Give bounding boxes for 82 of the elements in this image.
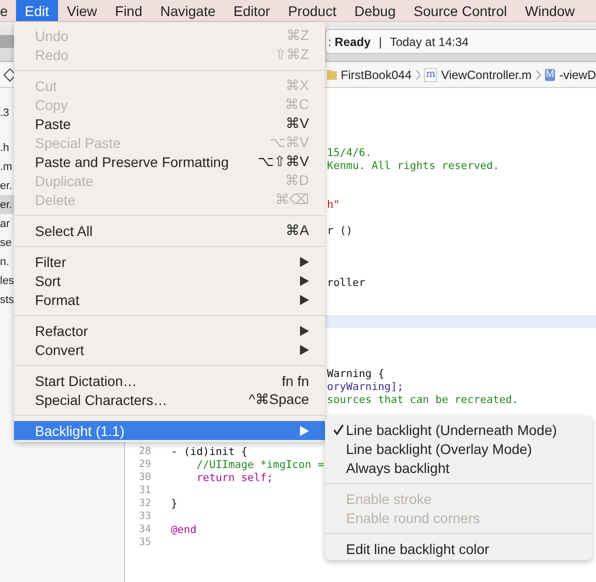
code-text: @end xyxy=(171,524,197,536)
file-name[interactable]: sts xyxy=(0,294,14,306)
code-text: } xyxy=(171,498,178,510)
shortcut-label: ⌘D xyxy=(284,172,309,189)
chevron-icon xyxy=(416,70,420,80)
menu-item[interactable]: Start Dictation… fn fn xyxy=(14,371,325,390)
line-number: 32 xyxy=(138,498,151,509)
line-number: 35 xyxy=(138,537,151,548)
menu-title[interactable]: Edit xyxy=(16,0,58,21)
shortcut-label: ⇧⌘Z xyxy=(274,46,309,63)
line-number: 33 xyxy=(138,511,151,522)
shortcut-label: fn fn xyxy=(282,372,309,388)
menu-item[interactable]: Select All ⌘A xyxy=(14,221,325,240)
shortcut-label: ⌘A xyxy=(286,222,309,239)
code-text: Kenmu. All rights reserved. xyxy=(327,160,500,172)
file-name[interactable]: .3 xyxy=(0,106,10,118)
code-text: h" xyxy=(327,198,340,210)
menu-title[interactable]: View xyxy=(58,0,106,21)
diamond-icon[interactable] xyxy=(3,68,17,82)
menu-item[interactable]: Always backlight xyxy=(325,458,592,477)
status-message: : Ready xyxy=(328,34,371,48)
menu-item[interactable]: Edit line backlight color xyxy=(325,539,592,558)
code-text: sources that can be recreated. xyxy=(327,394,518,406)
shortcut-label: ⌥⇧⌘V xyxy=(258,153,309,170)
menu-title[interactable]: Product xyxy=(279,0,346,21)
menu-item[interactable]: Line backlight (Overlay Mode) xyxy=(325,439,592,458)
file-name[interactable]: se xyxy=(0,236,12,248)
file-name[interactable]: les xyxy=(0,274,14,286)
menu-item[interactable]: Line backlight (Underneath Mode) xyxy=(325,420,592,439)
shortcut-label: ⌘X xyxy=(286,77,309,94)
code-text: 15/4/6. xyxy=(327,146,372,158)
file-icon: m xyxy=(424,68,438,82)
menu-item[interactable]: Refactor xyxy=(14,321,325,340)
code-text: oryWarning]; xyxy=(327,380,404,392)
menu-title[interactable]: Debug xyxy=(345,0,405,21)
line-number: 29 xyxy=(138,459,151,470)
checkmark-icon xyxy=(333,424,344,435)
menu-title[interactable]: Find xyxy=(106,0,152,21)
menu-title[interactable]: e xyxy=(0,0,16,21)
code-text: return self; xyxy=(196,472,274,484)
method-icon: M xyxy=(544,68,556,80)
status-separator: | xyxy=(378,34,382,48)
menu-item[interactable]: Format xyxy=(14,290,325,309)
menu-item[interactable]: Paste and Preserve Formatting ⌥⇧⌘V xyxy=(14,152,325,171)
menu-item[interactable]: Sort xyxy=(14,271,325,290)
shortcut-label: ^⌘Space xyxy=(248,391,309,408)
file-name[interactable]: n. xyxy=(0,256,10,268)
file-name[interactable]: .m xyxy=(0,160,12,172)
code-text: //UIImage *imgIcon = xyxy=(196,458,324,470)
code-text: r () xyxy=(327,224,353,236)
file-name[interactable]: ar xyxy=(0,218,10,230)
shortcut-label: ⌘Z xyxy=(286,27,309,44)
chevron-icon xyxy=(536,70,541,80)
menu-item[interactable]: Paste ⌘V xyxy=(14,114,325,133)
menu-title[interactable]: Navigate xyxy=(151,0,225,21)
line-number: 34 xyxy=(138,524,151,535)
menu-item[interactable]: Backlight (1.1) xyxy=(14,421,325,440)
menu-item[interactable]: Convert xyxy=(14,340,325,359)
line-number: 31 xyxy=(138,485,151,496)
shortcut-label: ⌘⌫ xyxy=(275,191,309,208)
file-name[interactable]: er. xyxy=(0,198,12,210)
menu-title[interactable]: Window xyxy=(516,0,584,21)
code-text: Warning { xyxy=(327,368,384,380)
code-text: - (id)init { xyxy=(171,446,248,458)
breadcrumb[interactable]: FirstBook044 xyxy=(340,68,412,82)
menu-title[interactable]: Editor xyxy=(224,0,280,21)
line-number: 28 xyxy=(138,446,151,457)
folder-icon xyxy=(327,69,337,80)
shortcut-label: ⌘V xyxy=(286,115,309,132)
file-name[interactable]: er. xyxy=(0,180,12,192)
breadcrumb[interactable]: -viewD xyxy=(559,68,596,82)
menu-item[interactable]: Filter xyxy=(14,252,325,271)
code-text: roller xyxy=(327,276,366,288)
shortcut-label: ⌥⌘V xyxy=(270,134,309,151)
status-time: Today at 14:34 xyxy=(390,34,469,48)
menu-title[interactable]: Source Control xyxy=(404,0,516,21)
menu-item[interactable]: Special Characters… ^⌘Space xyxy=(14,390,325,409)
line-number: 30 xyxy=(138,472,151,483)
shortcut-label: ⌘C xyxy=(284,96,309,113)
file-name[interactable]: .h xyxy=(0,142,10,154)
submenu-arrow-icon xyxy=(300,426,309,436)
breadcrumb[interactable]: ViewController.m xyxy=(441,68,532,82)
